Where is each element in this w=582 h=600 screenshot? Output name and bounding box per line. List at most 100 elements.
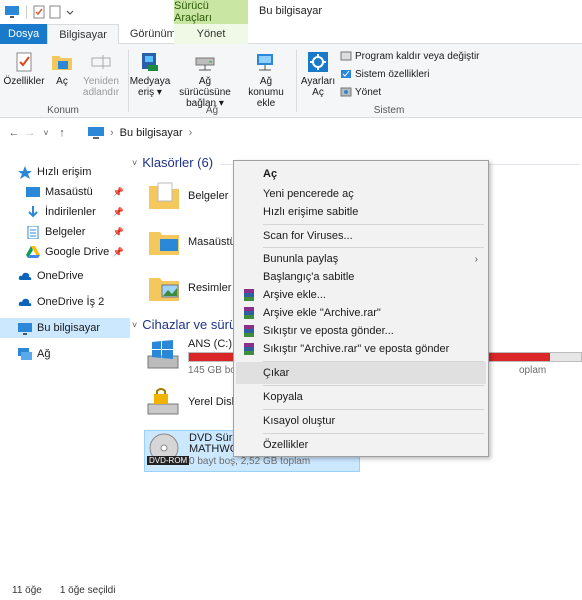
chevron-down-icon[interactable]: ˅: [132, 158, 137, 168]
sidebar-item-downloads[interactable]: İndirilenler 📌: [0, 202, 130, 222]
menu-item-pin-quick-access[interactable]: Hızlı erişime sabitle: [236, 201, 486, 223]
sidebar-item-onedrive[interactable]: OneDrive: [0, 266, 130, 286]
pin-icon[interactable]: 📌: [113, 187, 124, 198]
documents-icon: [27, 225, 39, 239]
quick-access-toolbar: [0, 5, 75, 19]
sidebar-item-onedrive-work[interactable]: OneDrive İş 2: [0, 292, 130, 312]
properties-qat-icon[interactable]: [33, 5, 45, 19]
drive-name-line-2: MATHWO: [189, 443, 239, 455]
ribbon: Özellikler Aç Yeniden adlandır Konum Med…: [0, 44, 582, 118]
location-group-label: Konum: [47, 105, 79, 116]
drive-tools-group: Sürücü Araçları: [174, 0, 248, 24]
ribbon-tabs: Dosya Bilgisayar Görünüm Yönet: [0, 24, 582, 45]
folder-name: Belgeler: [188, 190, 229, 202]
qat-separator: [26, 5, 27, 19]
submenu-arrow-icon: ›: [474, 253, 478, 265]
pin-icon[interactable]: 📌: [113, 247, 124, 258]
sidebar-item-this-pc[interactable]: Bu bilgisayar: [0, 318, 130, 338]
sidebar-label: Belgeler: [45, 226, 86, 238]
network-icon: [18, 347, 32, 360]
dvd-badge: DVD-ROM: [147, 456, 190, 465]
sidebar-label: Bu bilgisayar: [37, 322, 100, 334]
menu-item-create-shortcut[interactable]: Kısayol oluştur: [236, 410, 486, 432]
network-group-label: Ağ: [205, 105, 219, 116]
cloud-icon: [18, 298, 32, 306]
forward-arrow-icon[interactable]: →: [22, 127, 38, 139]
menu-item-eject[interactable]: Çıkar: [236, 362, 486, 384]
breadcrumb-chevron-icon[interactable]: ›: [110, 127, 114, 139]
map-network-drive-button[interactable]: Ağ sürücüsüne bağlan ▾: [172, 50, 238, 109]
open-button[interactable]: Aç: [48, 50, 76, 87]
sidebar-label: OneDrive İş 2: [37, 296, 105, 308]
network-drive-icon: [195, 57, 215, 71]
windows-drive-icon: [147, 340, 179, 369]
media-label-1: Medyaya: [129, 76, 171, 87]
item-count: 11 öğe: [12, 584, 42, 596]
new-file-qat-icon[interactable]: [49, 5, 61, 19]
breadcrumb-this-pc[interactable]: Bu bilgisayar: [120, 127, 183, 139]
sidebar-item-quick-access[interactable]: Hızlı erişim: [0, 162, 130, 182]
access-media-button[interactable]: Medyaya eriş ▾: [130, 50, 170, 98]
system-group: Ayarları Aç Program kaldır veya değiştir…: [298, 48, 480, 118]
pictures-folder-icon: [149, 278, 179, 301]
rename-label-1: Yeniden: [83, 76, 119, 87]
menu-item-scan-viruses[interactable]: Scan for Viruses...: [236, 225, 486, 247]
properties-button[interactable]: Özellikler: [3, 50, 45, 87]
open-settings-button[interactable]: Ayarları Aç: [298, 50, 338, 98]
manage-button[interactable]: Yönet: [340, 86, 381, 98]
winrar-icon: [244, 343, 254, 355]
media-label-2: eriş ▾: [138, 87, 162, 98]
menu-item-open[interactable]: Aç: [236, 163, 486, 185]
sidebar-label: İndirilenler: [45, 206, 96, 218]
sidebar-item-desktop[interactable]: Masaüstü 📌: [0, 182, 130, 202]
menu-item-copy[interactable]: Kopyala: [236, 386, 486, 408]
sidebar-label: Google Drive: [45, 246, 110, 258]
title-bar: Sürücü Araçları Bu bilgisayar: [0, 0, 582, 24]
pin-icon[interactable]: 📌: [113, 207, 124, 218]
tab-computer[interactable]: Bilgisayar: [47, 24, 119, 45]
uninstall-icon: [340, 51, 352, 61]
drive-free-space: 0 bayt boş, 2,52 GB toplam: [189, 456, 311, 467]
drive-total-space: oplam: [519, 365, 547, 376]
address-bar[interactable]: › Bu bilgisayar ›: [88, 122, 582, 144]
up-arrow-icon[interactable]: ↑: [54, 127, 70, 139]
menu-item-compress-rar-email[interactable]: Sıkıştır "Archive.rar" ve eposta gönder: [236, 338, 486, 360]
open-folder-icon: [52, 56, 72, 70]
uninstall-program-button[interactable]: Program kaldır veya değiştir: [340, 50, 480, 62]
media-icon: [142, 53, 158, 71]
winrar-icon: [244, 325, 254, 337]
documents-folder-icon: [149, 182, 179, 209]
download-icon: [28, 205, 38, 217]
qat-dropdown-icon[interactable]: [65, 7, 75, 17]
back-arrow-icon[interactable]: ←: [6, 127, 22, 139]
add-network-label-1: Ağ konumu: [248, 76, 284, 98]
open-label: Aç: [56, 76, 68, 87]
folders-group-header[interactable]: ˅ Klasörler (6): [132, 155, 213, 170]
winrar-icon: [244, 289, 254, 301]
sidebar-item-documents[interactable]: Belgeler 📌: [0, 222, 130, 242]
rename-button[interactable]: Yeniden adlandır: [78, 50, 124, 98]
system-properties-button[interactable]: Sistem özellikleri: [340, 68, 429, 80]
system-group-label: Sistem: [373, 105, 405, 116]
folders-group-title: Klasörler (6): [142, 155, 214, 170]
breadcrumb-chevron-icon[interactable]: ›: [189, 127, 193, 139]
winrar-icon: [244, 307, 254, 319]
navigation-bar: ← → ˅ ↑ › Bu bilgisayar ›: [0, 122, 582, 144]
desktop-folder-icon: [149, 232, 179, 255]
map-drive-label-1: Ağ sürücüsüne: [179, 76, 231, 98]
manage-icon: [340, 87, 352, 97]
status-bar: 11 öğe 1 öğe seçildi: [0, 580, 582, 600]
chevron-down-icon[interactable]: ˅: [132, 320, 137, 330]
tab-file[interactable]: Dosya: [0, 24, 48, 44]
sidebar-item-network[interactable]: Ağ: [0, 344, 130, 364]
tab-manage[interactable]: Yönet: [174, 24, 248, 44]
menu-item-properties[interactable]: Özellikler: [236, 434, 486, 456]
rename-label-2: adlandır: [82, 87, 120, 98]
drive-name: ANS (C:): [188, 338, 232, 350]
system-properties-label: Sistem özellikleri: [355, 68, 430, 80]
pin-icon[interactable]: 📌: [113, 227, 124, 238]
recent-locations-icon[interactable]: ˅: [38, 128, 54, 138]
star-icon: [18, 165, 32, 179]
sidebar-item-google-drive[interactable]: Google Drive 📌: [0, 242, 130, 262]
add-network-location-button[interactable]: Ağ konumu ekle: [242, 50, 290, 109]
